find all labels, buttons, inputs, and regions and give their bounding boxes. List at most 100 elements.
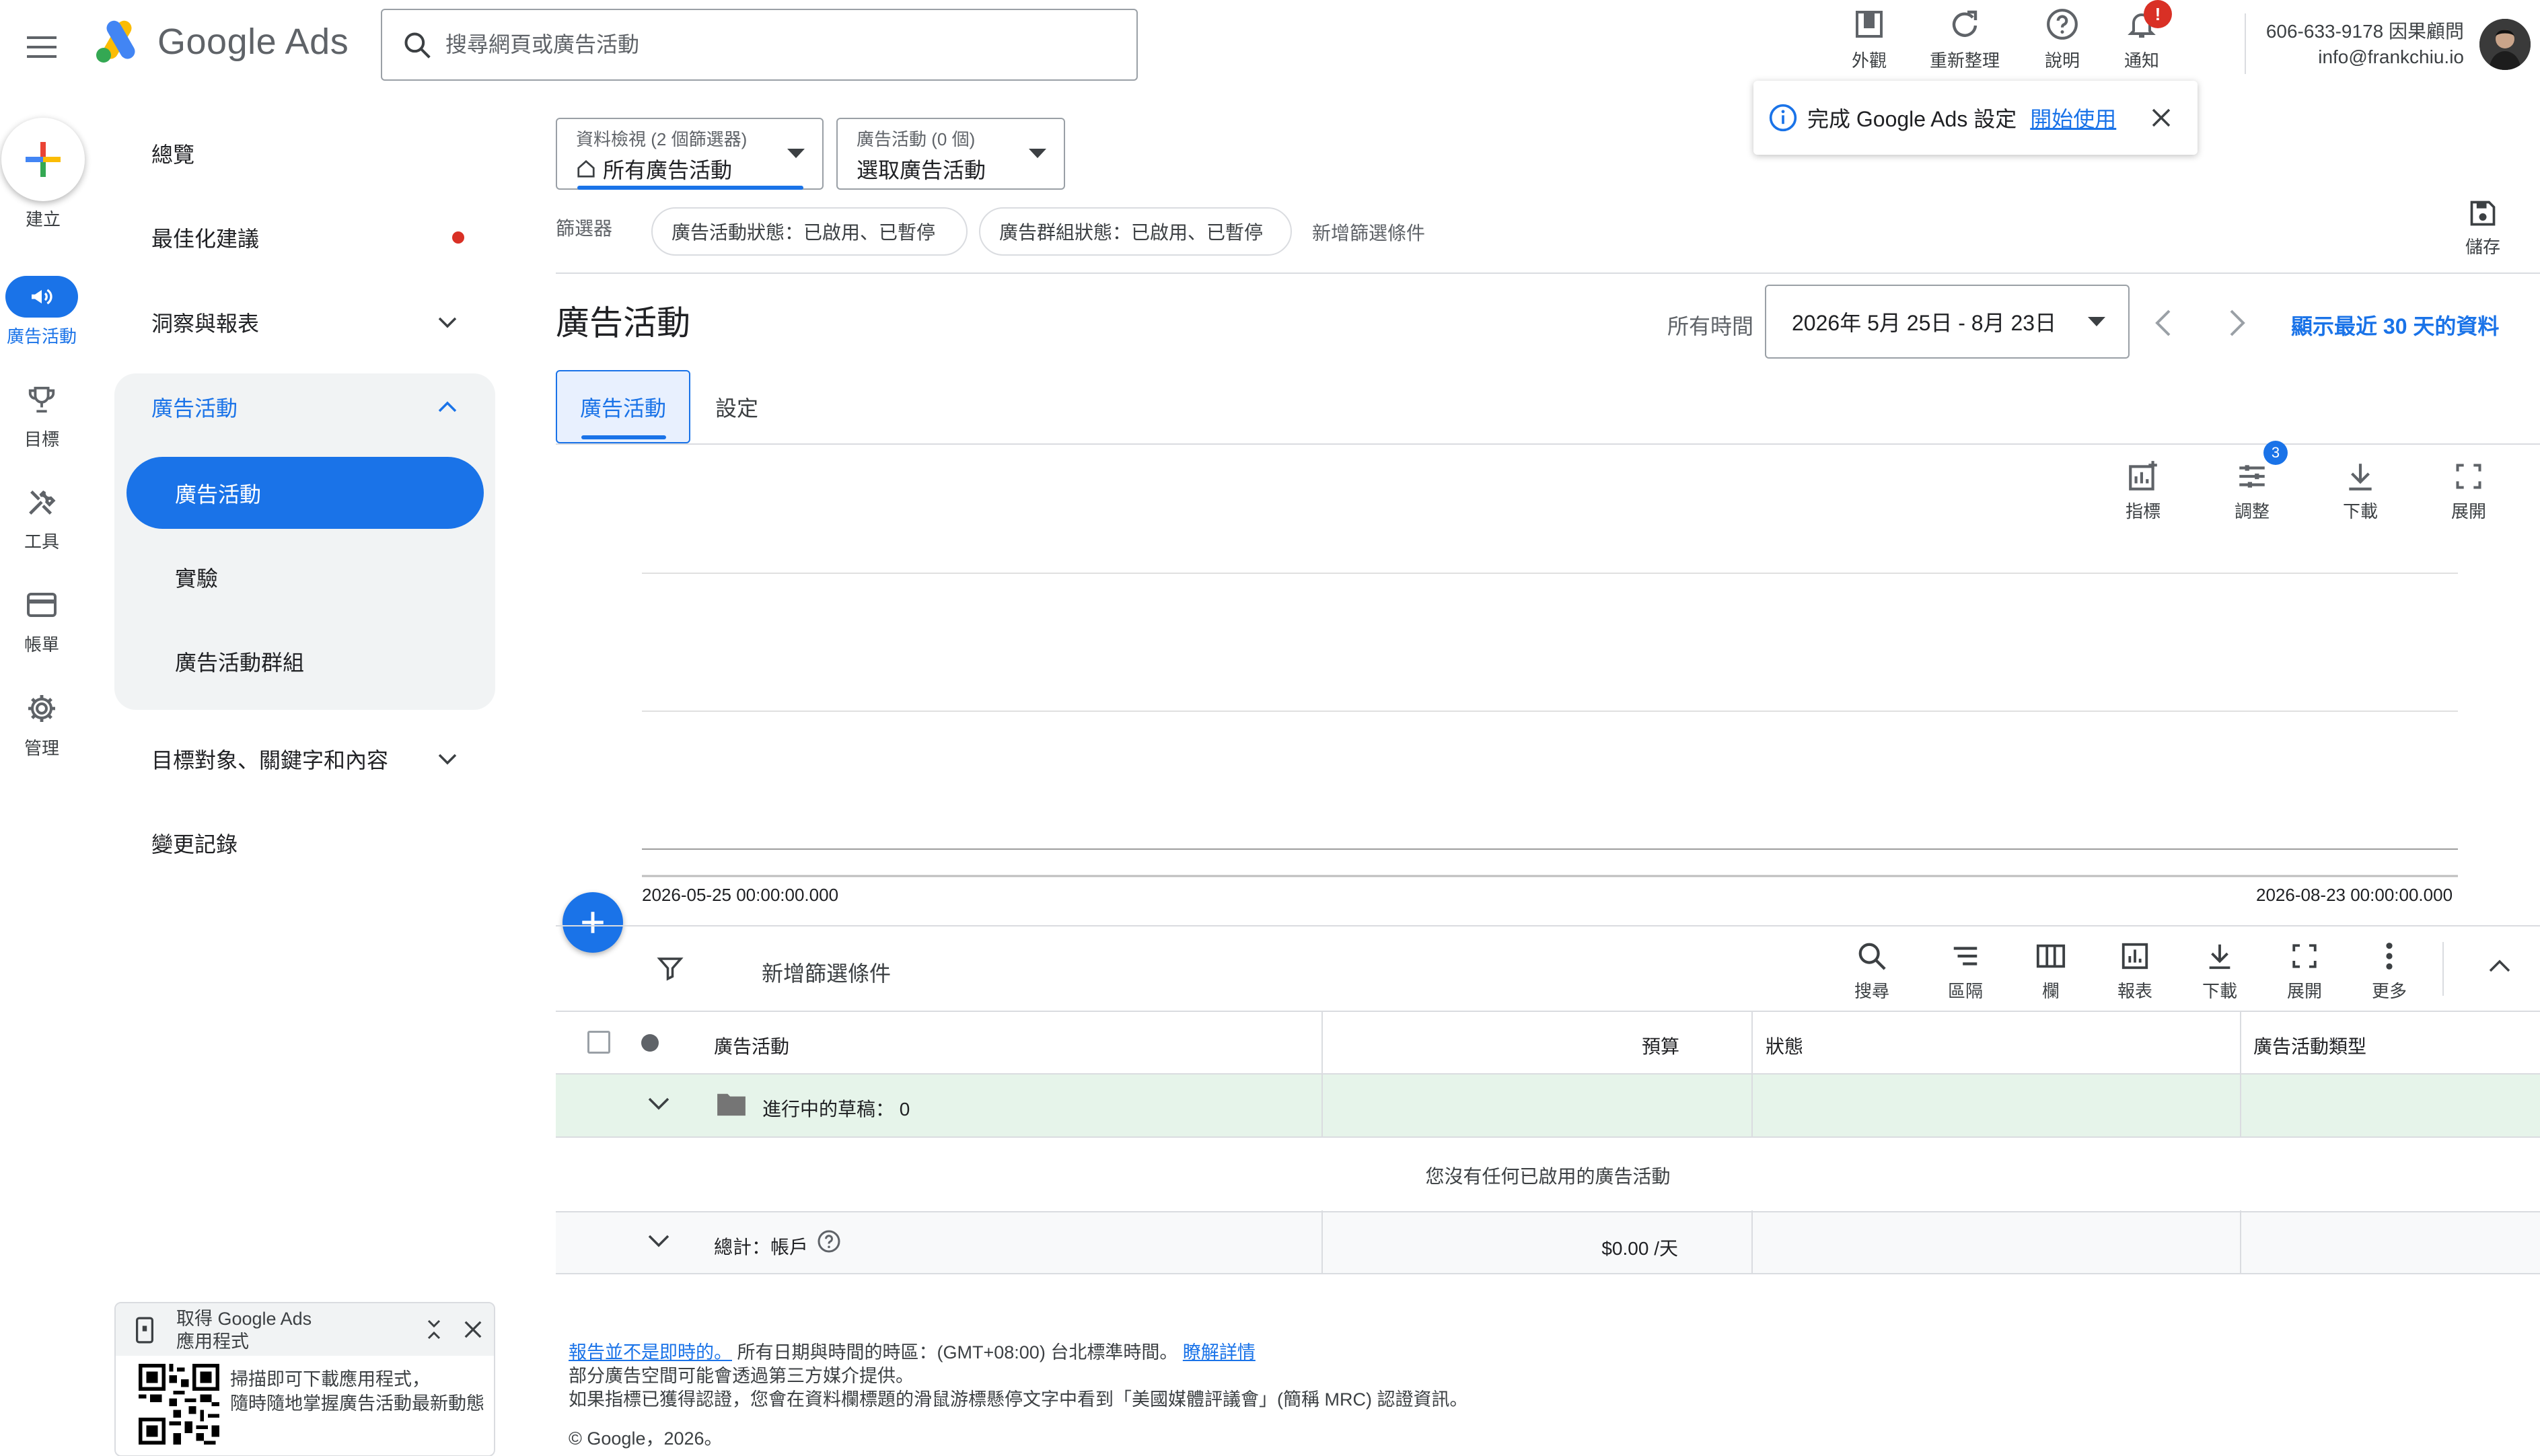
rail-item-campaigns[interactable]: 廣告活動: [0, 276, 83, 348]
select-all-checkbox[interactable]: [587, 1031, 610, 1054]
chevron-up-icon: [438, 401, 457, 412]
filter-chip-campaign-status[interactable]: 廣告活動狀態：已啟用、已暫停: [651, 207, 968, 256]
nav-recommendations-label: 最佳化建議: [151, 227, 260, 251]
campaign-selector-dropdown[interactable]: 廣告活動 (0 個) 選取廣告活動: [836, 118, 1065, 190]
nav-overview-label: 總覽: [151, 143, 195, 167]
data-view-dropdown[interactable]: 資料檢視 (2 個篩選器) 所有廣告活動: [556, 118, 824, 190]
date-range-picker[interactable]: 2026年 5月 25日 - 8月 23日: [1765, 285, 2130, 359]
google-ads-logo[interactable]: Google Ads: [94, 20, 349, 63]
save-button[interactable]: 儲存: [2449, 198, 2516, 258]
notifications-button[interactable]: 通知: [2098, 5, 2185, 72]
recommendations-dot: [452, 231, 464, 244]
adjust-button[interactable]: 調整: [2215, 458, 2289, 523]
main-menu-button[interactable]: [20, 26, 63, 69]
table-expand-button[interactable]: 展開: [2267, 937, 2342, 1003]
rail-item-admin[interactable]: 管理: [0, 688, 83, 760]
nav-experiments[interactable]: 實驗: [114, 547, 491, 608]
report-label: 報表: [2117, 981, 2152, 1001]
nav-audiences[interactable]: 目標對象、關鍵字和內容: [114, 729, 491, 789]
table-search-button[interactable]: 搜尋: [1835, 937, 1909, 1003]
add-filter-link[interactable]: 新增篩選條件: [1312, 219, 1425, 246]
close-icon[interactable]: [2150, 107, 2172, 129]
account-info[interactable]: 606-633-9178 因果顧問 info@frankchiu.io: [2254, 19, 2464, 70]
chevron-down-icon[interactable]: [647, 1097, 670, 1112]
more-button[interactable]: 更多: [2352, 937, 2426, 1003]
help-button[interactable]: 說明: [2019, 5, 2106, 72]
collapse-icon[interactable]: [425, 1318, 443, 1341]
metrics-button[interactable]: 指標: [2106, 458, 2180, 523]
tab-settings[interactable]: 設定: [700, 370, 774, 443]
billing-card-icon: [27, 593, 57, 617]
expand-icon: [2456, 464, 2481, 489]
nav-change-history[interactable]: 變更記錄: [114, 813, 491, 873]
more-icon: [2386, 943, 2393, 970]
report-button[interactable]: 報表: [2098, 937, 2172, 1003]
nav-campaigns-header[interactable]: 廣告活動: [114, 377, 491, 437]
save-label: 儲存: [2465, 237, 2500, 257]
folder-icon: [717, 1093, 746, 1116]
segment-button[interactable]: 區隔: [1928, 937, 2002, 1003]
footer-realtime-link[interactable]: 報告並不是即時的。: [569, 1342, 732, 1362]
tabs-separator: [556, 443, 2540, 445]
avatar[interactable]: [2479, 19, 2531, 70]
campaign-selector-value: 選取廣告活動: [857, 158, 986, 182]
search-icon: [404, 32, 431, 59]
help-icon[interactable]: [817, 1229, 841, 1253]
chevron-down-icon[interactable]: [647, 1234, 670, 1249]
filter-label: 篩選器: [556, 218, 613, 239]
nav-audiences-label: 目標對象、關鍵字和內容: [151, 748, 389, 772]
nav-campaign-groups[interactable]: 廣告活動群組: [114, 631, 491, 692]
rail-item-tools[interactable]: 工具: [0, 481, 83, 553]
account-id: 606-633-9178 因果顧問: [2265, 21, 2464, 42]
trophy-icon: [28, 386, 55, 413]
show-recent-link[interactable]: 顯示最近 30 天的資料: [2291, 310, 2499, 340]
col-divider: [1321, 1075, 1323, 1136]
create-button[interactable]: [1, 118, 85, 201]
add-campaign-fab[interactable]: [563, 892, 623, 953]
refresh-label: 重新整理: [1929, 50, 2000, 71]
notification-badge: !: [2144, 0, 2172, 28]
refresh-button[interactable]: 重新整理: [1921, 5, 2008, 72]
columns-button[interactable]: 欄: [2014, 937, 2088, 1003]
collapse-chevron-up-icon[interactable]: [2488, 958, 2511, 973]
nav-insights[interactable]: 洞察與報表: [114, 292, 491, 353]
col-header-status[interactable]: 狀態: [1766, 1032, 1803, 1059]
search-bar[interactable]: [381, 9, 1138, 81]
dropdown-arrow-icon: [787, 149, 805, 158]
footer-timezone: 所有日期與時間的時區：(GMT+08:00) 台北標準時間。: [737, 1342, 1178, 1362]
col-header-type[interactable]: 廣告活動類型: [2253, 1032, 2366, 1059]
filter-chip-adgroup-status[interactable]: 廣告群組狀態：已啟用、已暫停: [979, 207, 1292, 256]
appearance-button[interactable]: 外觀: [1825, 5, 1913, 72]
next-period-icon[interactable]: [2227, 308, 2247, 338]
toolbar-divider: [2442, 942, 2444, 996]
chart-expand-button[interactable]: 展開: [2432, 458, 2506, 523]
filter-chip-text: 廣告活動狀態：已啟用、已暫停: [672, 222, 936, 243]
rail-label-admin: 管理: [24, 738, 59, 758]
chart-download-button[interactable]: 下載: [2323, 458, 2397, 523]
prev-period-icon[interactable]: [2153, 308, 2173, 338]
search-input[interactable]: [445, 32, 1051, 57]
footer-learn-more-link[interactable]: 瞭解詳情: [1183, 1342, 1256, 1362]
col-header-budget[interactable]: 預算: [1642, 1032, 1679, 1059]
appearance-icon: [1856, 11, 1883, 38]
table-download-button[interactable]: 下載: [2183, 937, 2257, 1003]
table-add-filter[interactable]: 新增篩選條件: [762, 957, 891, 988]
search-icon: [1858, 943, 1886, 970]
rail-label-tools: 工具: [24, 532, 59, 552]
adjust-badge: 3: [2263, 441, 2288, 465]
col-header-campaign[interactable]: 廣告活動: [714, 1032, 789, 1059]
rail-item-goals[interactable]: 目標: [0, 379, 83, 451]
nav-recommendations[interactable]: 最佳化建議: [114, 207, 491, 268]
toast-link[interactable]: 開始使用: [2030, 102, 2116, 133]
close-icon[interactable]: [463, 1319, 483, 1340]
download-icon: [2209, 944, 2230, 970]
tab-campaigns[interactable]: 廣告活動: [556, 370, 690, 443]
rail-item-billing[interactable]: 帳單: [0, 584, 83, 656]
col-divider: [2240, 1075, 2241, 1136]
nav-campaigns-active[interactable]: 廣告活動: [126, 457, 484, 529]
qr-code-icon: [139, 1364, 219, 1445]
filter-funnel-icon[interactable]: [656, 954, 684, 982]
nav-overview[interactable]: 總覽: [114, 123, 491, 184]
phone-icon: [136, 1317, 153, 1344]
nav-insights-label: 洞察與報表: [151, 312, 260, 336]
